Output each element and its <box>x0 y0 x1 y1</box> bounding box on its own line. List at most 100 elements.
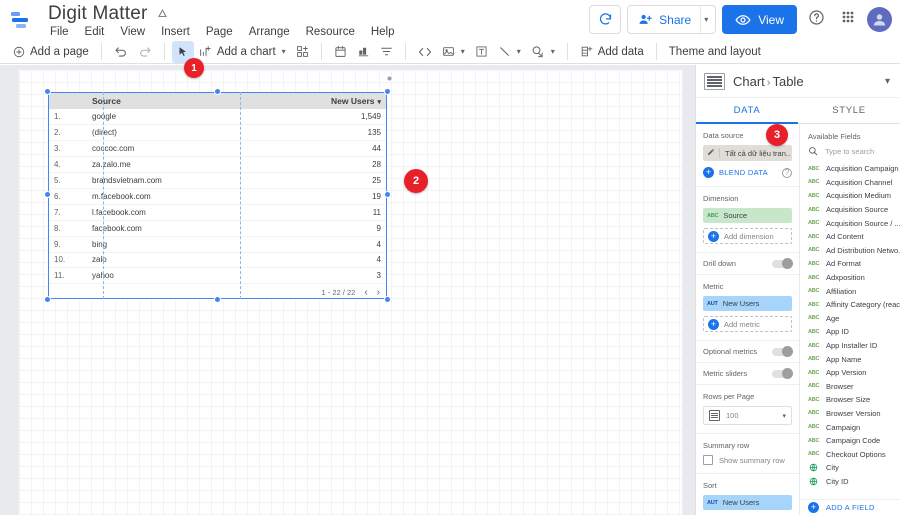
breadcrumb-root[interactable]: Chart <box>733 74 765 89</box>
embed-code-button[interactable] <box>413 41 437 63</box>
field-item[interactable]: ABC Affinity Category (reac.. <box>800 298 900 312</box>
metric-sliders-toggle[interactable] <box>772 367 793 379</box>
field-item[interactable]: ABC Ad Format <box>800 257 900 271</box>
drive-icon[interactable] <box>156 7 169 21</box>
undo-button[interactable] <box>109 41 133 63</box>
drill-down-toggle[interactable] <box>772 257 793 269</box>
field-item[interactable]: ABC Affiliation <box>800 284 900 298</box>
resize-handle-top-right[interactable] <box>384 88 391 95</box>
filter-button[interactable] <box>375 41 398 63</box>
tab-data[interactable]: DATA <box>696 98 798 124</box>
field-label: Acquisition Campaign <box>826 164 899 174</box>
view-button[interactable]: View <box>722 5 797 34</box>
field-item[interactable]: ABC App ID <box>800 325 900 339</box>
share-dropdown-arrow[interactable]: ▾ <box>700 6 715 33</box>
field-item[interactable]: ABC Campaign <box>800 420 900 434</box>
field-item[interactable]: ABC Acquisition Campaign <box>800 162 900 176</box>
blend-data-button[interactable]: BLEND DATA <box>719 168 777 177</box>
menu-page[interactable]: Page <box>206 26 233 38</box>
field-item[interactable]: ABC App Version <box>800 366 900 380</box>
field-item[interactable]: ABC Acquisition Source / ... <box>800 216 900 230</box>
optional-metrics-row[interactable]: Optional metrics <box>696 341 799 363</box>
resize-handle-bottom-left[interactable] <box>44 296 51 303</box>
add-page-button[interactable]: Add a page <box>8 41 94 63</box>
redo-button[interactable] <box>133 41 157 63</box>
menu-arrange[interactable]: Arrange <box>249 26 290 38</box>
chevron-down-icon[interactable]: ▾ <box>885 76 892 87</box>
tab-style[interactable]: STYLE <box>798 98 900 123</box>
help-button[interactable] <box>803 7 829 33</box>
field-item[interactable]: ABC Acquisition Medium <box>800 189 900 203</box>
image-button[interactable]: ▾ <box>437 41 470 63</box>
add-chart-button[interactable]: Add a chart ▾ <box>194 41 291 63</box>
field-item[interactable]: ABC Adxposition <box>800 271 900 285</box>
checkbox-icon[interactable] <box>703 455 713 465</box>
add-field-button[interactable]: + ADD A FIELD <box>800 499 900 515</box>
share-button[interactable]: Share <box>628 12 700 27</box>
report-canvas[interactable]: Source New Users ▾ 1. google 1,549 2. (direc… <box>18 69 683 515</box>
field-label: Browser Version <box>826 408 881 418</box>
field-item[interactable]: ABC Browser Size <box>800 393 900 407</box>
resize-handle-middle-right[interactable] <box>384 191 391 198</box>
refresh-button[interactable] <box>589 5 622 34</box>
field-item[interactable]: ABC Checkout Options <box>800 447 900 461</box>
pencil-icon[interactable] <box>707 148 720 158</box>
menu-resource[interactable]: Resource <box>306 26 355 38</box>
resize-handle-top-left[interactable] <box>44 88 51 95</box>
resize-handle-bottom-right[interactable] <box>384 296 391 303</box>
avatar[interactable] <box>867 7 892 32</box>
search-input[interactable] <box>825 146 892 156</box>
menu-file[interactable]: File <box>50 26 69 38</box>
data-source-chip[interactable]: Tất cả dữ liệu tran.. <box>703 145 792 161</box>
menu-insert[interactable]: Insert <box>161 26 190 38</box>
add-dimension-button[interactable]: + Add dimension <box>703 228 792 244</box>
metric-sliders-row[interactable]: Metric sliders <box>696 363 799 385</box>
field-item[interactable]: ABC Campaign Code <box>800 434 900 448</box>
field-item[interactable]: ABC Browser <box>800 380 900 394</box>
geo-type-icon <box>808 477 819 486</box>
resize-handle-top-center[interactable] <box>214 88 221 95</box>
add-control-button[interactable] <box>291 41 314 63</box>
field-item[interactable]: ABC Browser Version <box>800 407 900 421</box>
date-range-button[interactable] <box>329 41 352 63</box>
field-item[interactable]: ABC App Installer ID <box>800 339 900 353</box>
text-box-button[interactable] <box>470 41 493 63</box>
question-icon[interactable]: ? <box>782 167 792 178</box>
menu-edit[interactable]: Edit <box>85 26 105 38</box>
page-title[interactable]: Digit Matter <box>48 3 148 25</box>
metric-chip-new-users[interactable]: AUT New Users <box>703 296 792 311</box>
menu-help[interactable]: Help <box>371 26 395 38</box>
optional-metrics-toggle[interactable] <box>772 345 793 357</box>
show-summary-row-checkbox-row[interactable]: Show summary row <box>703 455 792 465</box>
field-item[interactable]: City ID <box>800 475 900 489</box>
field-item[interactable]: ABC Ad Distribution Netwo.. <box>800 244 900 258</box>
add-metric-button[interactable]: + Add metric <box>703 316 792 332</box>
dimension-label: Dimension <box>703 194 739 203</box>
field-item[interactable]: ABC Acquisition Channel <box>800 176 900 190</box>
search-icon <box>808 146 818 156</box>
resize-handle-middle-left[interactable] <box>44 191 51 198</box>
field-item[interactable]: ABC App Name <box>800 352 900 366</box>
cursor-icon <box>177 46 189 58</box>
add-data-button[interactable]: Add data <box>575 41 649 63</box>
table-widget[interactable]: Source New Users ▾ 1. google 1,549 2. (direc… <box>44 88 391 303</box>
bar-chart-control-button[interactable] <box>352 41 375 63</box>
sort-chip-new-users[interactable]: AUT New Users <box>703 495 792 510</box>
line-button[interactable]: ▾ <box>493 41 526 63</box>
resize-handle-bottom-center[interactable] <box>214 296 221 303</box>
rows-per-page-select[interactable]: 100 ▾ <box>703 406 792 425</box>
apps-grid-button[interactable] <box>835 7 861 33</box>
theme-layout-button[interactable]: Theme and layout <box>664 41 766 63</box>
field-item[interactable]: ABC Age <box>800 312 900 326</box>
field-item[interactable]: ABC Acquisition Source <box>800 203 900 217</box>
breadcrumb-leaf[interactable]: Table <box>772 74 803 89</box>
menu-view[interactable]: View <box>120 26 145 38</box>
canvas-top-handle[interactable] <box>387 68 392 81</box>
field-item[interactable]: ABC Ad Content <box>800 230 900 244</box>
shape-button[interactable]: ▾ <box>526 41 560 63</box>
dimension-chip-source[interactable]: ABC Source <box>703 208 792 223</box>
person-add-icon <box>638 12 653 27</box>
drill-down-row[interactable]: Drill down <box>696 253 799 275</box>
field-item[interactable]: City <box>800 461 900 475</box>
annotation-badge-1: 1 <box>184 58 204 78</box>
